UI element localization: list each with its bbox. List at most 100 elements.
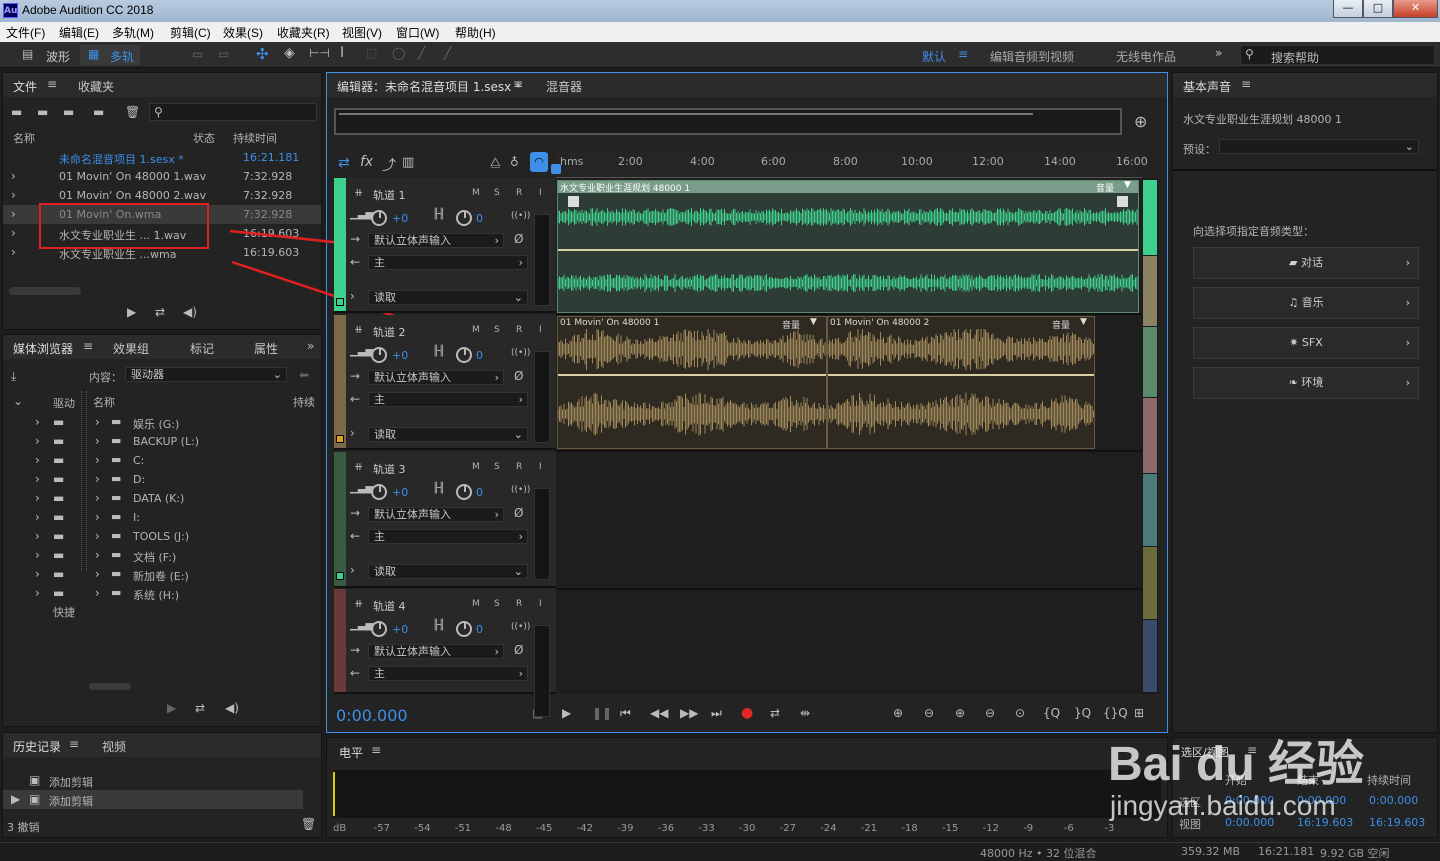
drive-row[interactable]: › ▬ BACKUP (L:) bbox=[89, 432, 317, 451]
track-color-strip[interactable] bbox=[334, 452, 346, 586]
music-button[interactable]: ♫ 音乐 › bbox=[1193, 287, 1419, 319]
tab-markers[interactable]: 标记 bbox=[190, 340, 214, 357]
volume-knob[interactable] bbox=[371, 347, 387, 363]
expand-icon[interactable]: › bbox=[95, 529, 100, 543]
drive-row[interactable]: › ▬ 文档 (F:) bbox=[89, 546, 317, 565]
expand-icon[interactable]: › bbox=[35, 510, 40, 524]
close-button[interactable]: ✕ bbox=[1393, 0, 1438, 18]
shortcuts-label[interactable]: 快捷 bbox=[53, 604, 75, 620]
input-monitor-button[interactable]: I bbox=[539, 325, 542, 335]
time-selection-icon[interactable]: I bbox=[340, 45, 344, 61]
view-duration[interactable]: 16:19.603 bbox=[1369, 816, 1425, 829]
phase-invert-icon[interactable]: Ø bbox=[514, 369, 523, 383]
expand-icon[interactable]: › bbox=[35, 491, 40, 505]
automation-mode-select[interactable]: 读取 ⌄ bbox=[368, 564, 528, 579]
history-item[interactable]: ▣ 添加剪辑 bbox=[3, 771, 303, 790]
drive-row[interactable]: › ▬ TOOLS (J:) bbox=[89, 527, 317, 546]
expand-icon[interactable]: › bbox=[95, 586, 100, 600]
audio-clip-track2-b[interactable]: 01 Movin' On 48000 2 音量 ▼ bbox=[827, 316, 1095, 449]
pan-knob[interactable] bbox=[456, 484, 472, 500]
clip-menu-icon[interactable]: ▼ bbox=[810, 317, 817, 327]
maximize-button[interactable]: □ bbox=[1363, 0, 1393, 18]
expand-icon[interactable]: › bbox=[11, 245, 16, 259]
drive-tree-item[interactable]: › ▬ bbox=[3, 508, 81, 527]
horizontal-scrollbar[interactable] bbox=[9, 287, 81, 295]
delete-icon[interactable]: 🗑 bbox=[301, 817, 316, 831]
tab-favorites[interactable]: 收藏夹 bbox=[78, 78, 114, 95]
clip-menu-icon[interactable]: ▼ bbox=[1080, 317, 1087, 327]
expand-icon[interactable]: › bbox=[95, 548, 100, 562]
zoom-out-amplitude-icon[interactable]: ⊖ bbox=[924, 706, 934, 720]
workspace-menu-icon[interactable]: ≡ bbox=[958, 47, 968, 61]
track-color-swatch[interactable] bbox=[336, 435, 344, 443]
workspace-default[interactable]: 默认 bbox=[922, 48, 946, 65]
zoom-in-amplitude-icon[interactable]: ⊕ bbox=[893, 706, 903, 720]
record-arm-button[interactable]: R bbox=[516, 462, 522, 472]
drive-tree-item[interactable]: › ▬ bbox=[3, 470, 81, 489]
output-select[interactable]: 主 › bbox=[368, 392, 528, 407]
more-tabs-icon[interactable]: » bbox=[307, 339, 314, 353]
volume-knob[interactable] bbox=[371, 210, 387, 226]
record-arm-button[interactable]: R bbox=[516, 188, 522, 198]
pitch-icon[interactable]: ▭ bbox=[218, 47, 229, 61]
back-arrow-icon[interactable]: ⬅ bbox=[299, 368, 309, 382]
volume-value[interactable]: +0 bbox=[392, 349, 408, 362]
track-name[interactable]: 轨道 3 bbox=[373, 461, 406, 477]
view-start[interactable]: 0:00.000 bbox=[1225, 816, 1274, 829]
expand-icon[interactable]: › bbox=[95, 491, 100, 505]
audio-clip-track2-a[interactable]: 01 Movin' On 48000 1 音量 ▼ bbox=[557, 316, 827, 449]
track-color-strip[interactable] bbox=[334, 315, 346, 448]
drive-row[interactable]: › ▬ D: bbox=[89, 470, 317, 489]
move-tool-icon[interactable]: ✣ bbox=[256, 45, 269, 63]
track-color-swatch[interactable] bbox=[336, 298, 344, 306]
track-header[interactable]: ⧺ 轨道 4 M S R I ▁▃▅ +0 ╟╢ 0 ((•)) → 默认立体声输入 › Ø ← 主 › bbox=[334, 589, 556, 717]
menu-file[interactable]: 文件(F) bbox=[6, 24, 45, 41]
output-select[interactable]: 主 › bbox=[368, 666, 528, 681]
lasso-icon[interactable]: ◯ bbox=[392, 46, 405, 60]
pause-icon[interactable]: ❚❚ bbox=[592, 706, 612, 720]
volume-value[interactable]: +0 bbox=[392, 623, 408, 636]
tab-video[interactable]: 视频 bbox=[102, 738, 126, 755]
panel-menu-icon[interactable]: ≡ bbox=[83, 339, 93, 353]
healing-icon[interactable]: ╱ bbox=[444, 46, 451, 60]
menu-help[interactable]: 帮助(H) bbox=[455, 24, 496, 41]
previous-icon[interactable]: ⏮ bbox=[620, 706, 631, 721]
col-status[interactable]: 状态 bbox=[193, 130, 215, 146]
tab-effects-rack[interactable]: 效果组 bbox=[113, 340, 149, 357]
col-name[interactable]: 名称 bbox=[13, 130, 35, 146]
track-color-strip[interactable] bbox=[334, 178, 346, 311]
preset-select[interactable]: ⌄ bbox=[1219, 139, 1419, 154]
panel-menu-icon[interactable]: ≡ bbox=[69, 737, 79, 751]
tab-media-browser[interactable]: 媒体浏览器 bbox=[13, 340, 73, 357]
input-select[interactable]: 默认立体声输入 › bbox=[368, 370, 504, 385]
output-select[interactable]: 主 › bbox=[368, 255, 528, 270]
zoom-in-time-icon[interactable]: ⊕ bbox=[955, 706, 965, 720]
selection-start[interactable]: 0:00.000 bbox=[1225, 794, 1274, 807]
insert-icon[interactable]: ▬ bbox=[93, 105, 104, 119]
track-header[interactable]: ⧺ 轨道 1 M S R I ▁▃▅ +0 ╟╢ 0 ((•)) → 默认立体声输入 › Ø ← 主 › › 读取 ⌄ bbox=[334, 178, 556, 313]
volume-knob[interactable] bbox=[371, 621, 387, 637]
zoom-out-time-icon[interactable]: ⊖ bbox=[985, 706, 995, 720]
expand-icon[interactable]: › bbox=[95, 415, 100, 429]
expand-icon[interactable]: › bbox=[95, 472, 100, 486]
input-monitor-button[interactable]: I bbox=[539, 188, 542, 198]
expand-icon[interactable]: › bbox=[35, 567, 40, 581]
col-duration[interactable]: 持续时间 bbox=[233, 130, 277, 146]
solo-button[interactable]: S bbox=[494, 188, 500, 198]
workspace-edit-video[interactable]: 编辑音频到视频 bbox=[990, 48, 1074, 65]
expand-icon[interactable]: › bbox=[350, 426, 355, 440]
expand-icon[interactable]: › bbox=[350, 289, 355, 303]
expand-icon[interactable]: › bbox=[11, 207, 16, 221]
menu-edit[interactable]: 编辑(E) bbox=[59, 24, 99, 41]
zoom-navigator-icon[interactable]: ⊕ bbox=[1134, 112, 1147, 131]
expand-icon[interactable]: › bbox=[35, 548, 40, 562]
play-icon[interactable]: ▶ bbox=[562, 706, 571, 720]
col-duration[interactable]: 持续 bbox=[293, 394, 315, 410]
tab-properties[interactable]: 属性 bbox=[254, 340, 278, 357]
zoom-selection-icon[interactable]: {}Q bbox=[1103, 706, 1128, 720]
skip-selection-icon[interactable]: ⇹ bbox=[800, 706, 810, 720]
tab-editor[interactable]: 编辑器：未命名混音项目 1.sesx * bbox=[337, 78, 521, 95]
expand-icon[interactable]: › bbox=[11, 226, 16, 240]
input-monitor-button[interactable]: I bbox=[539, 462, 542, 472]
workspace-radio[interactable]: 无线电作品 bbox=[1116, 48, 1176, 65]
